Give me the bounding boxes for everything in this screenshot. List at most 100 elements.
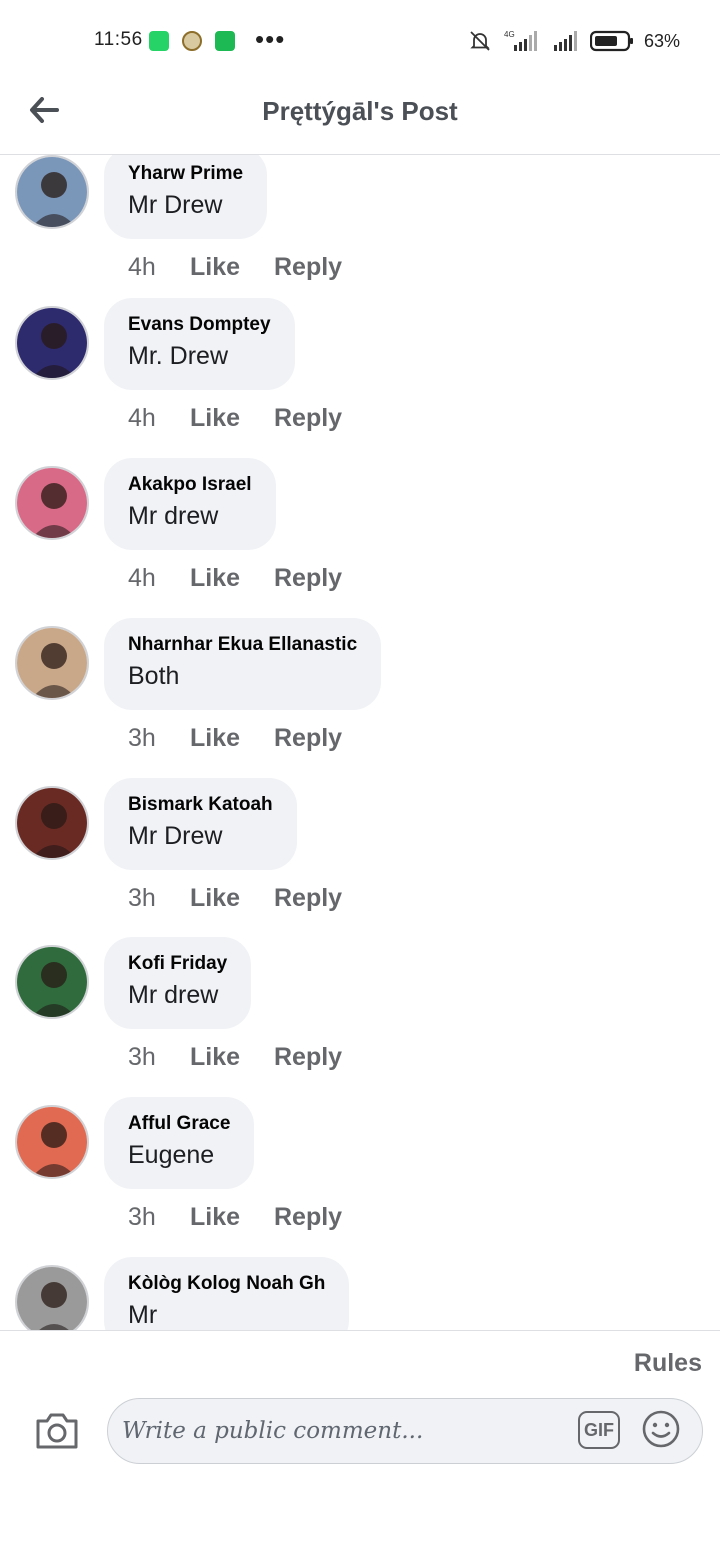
comment-text: Eugene: [128, 1141, 215, 1169]
comment-actions: 3h Like Reply: [128, 1201, 342, 1233]
comment-time: 3h: [128, 1042, 156, 1071]
reply-button[interactable]: Reply: [274, 564, 342, 593]
battery-percentage: 63%: [643, 30, 680, 51]
like-button[interactable]: Like: [190, 1043, 274, 1072]
comment-author[interactable]: Kofi Friday: [128, 953, 227, 975]
comment-bubble[interactable]: Akakpo Israel Mr drew: [104, 458, 276, 550]
comment-time: 3h: [128, 1202, 156, 1231]
avatar[interactable]: [15, 1105, 89, 1179]
avatar[interactable]: [15, 626, 89, 700]
like-button[interactable]: Like: [190, 404, 274, 433]
comment-text: Mr. Drew: [128, 342, 228, 370]
comment-author[interactable]: Evans Domptey: [128, 314, 271, 336]
svg-text:4G: 4G: [504, 30, 515, 39]
reply-button[interactable]: Reply: [274, 404, 342, 433]
status-indicators: 4G 63%: [468, 27, 680, 55]
comments-list: Yharw Prime Mr Drew 4h Like Reply Evans …: [0, 155, 720, 1330]
comment-time: 4h: [128, 403, 156, 432]
comment-input[interactable]: [122, 1409, 572, 1453]
status-bar: 11:56 ••• 4G 63%: [0, 0, 720, 80]
comment-time: 3h: [128, 723, 156, 752]
comment-actions: 3h Like Reply: [128, 722, 342, 754]
comment-bubble[interactable]: Nharnhar Ekua Ellanastic Both: [104, 618, 382, 710]
comment-bubble[interactable]: Kofi Friday Mr drew: [104, 937, 252, 1029]
comment-bubble[interactable]: Yharw Prime Mr Drew: [104, 155, 268, 239]
avatar[interactable]: [15, 945, 89, 1019]
comment-author[interactable]: Yharw Prime: [128, 163, 243, 185]
comment-actions: 3h Like Reply: [128, 882, 342, 914]
avatar[interactable]: [15, 155, 89, 229]
comment-text: Both: [128, 662, 180, 690]
camera-icon: [36, 1413, 78, 1449]
avatar-photo: [17, 1267, 87, 1330]
page-title: Pręttýgāl's Post: [262, 96, 458, 126]
comment-item: Akakpo Israel Mr drew 4h Like Reply: [0, 458, 720, 626]
comment-time: 3h: [128, 883, 156, 912]
battery-icon: [589, 30, 633, 52]
muted-bell-icon: [470, 31, 490, 51]
like-button[interactable]: Like: [190, 564, 274, 593]
rules-link[interactable]: Rules: [634, 1349, 702, 1378]
status-time: 11:56: [94, 29, 143, 50]
post-header: Pręttýgāl's Post: [0, 80, 720, 155]
comment-item: Kofi Friday Mr drew 3h Like Reply: [0, 937, 720, 1105]
comment-author[interactable]: Kòlòg Kolog Noah Gh: [128, 1273, 325, 1295]
avatar-photo: [17, 468, 87, 538]
comment-item: Bismark Katoah Mr Drew 3h Like Reply: [0, 778, 720, 946]
avatar[interactable]: [15, 466, 89, 540]
reply-button[interactable]: Reply: [274, 253, 342, 282]
avatar-photo: [17, 1107, 87, 1177]
avatar-photo: [17, 628, 87, 698]
reply-button[interactable]: Reply: [274, 724, 342, 753]
comment-actions: 4h Like Reply: [128, 251, 342, 283]
avatar-photo: [17, 157, 87, 227]
avatar[interactable]: [15, 306, 89, 380]
avatar-photo: [17, 308, 87, 378]
comment-item: Evans Domptey Mr. Drew 4h Like Reply: [0, 298, 720, 466]
reply-button[interactable]: Reply: [274, 1043, 342, 1072]
comment-time: 4h: [128, 563, 156, 592]
avatar-photo: [17, 788, 87, 858]
avatar-photo: [17, 947, 87, 1017]
smiley-icon: [642, 1410, 680, 1448]
comment-bubble[interactable]: Bismark Katoah Mr Drew: [104, 778, 297, 870]
comment-author[interactable]: Akakpo Israel: [128, 474, 252, 496]
signal-4g-icon: 4G: [504, 30, 537, 51]
camera-button[interactable]: [34, 1409, 80, 1451]
avatar[interactable]: [15, 786, 89, 860]
comment-author[interactable]: Nharnhar Ekua Ellanastic: [128, 634, 357, 656]
comment-field-container[interactable]: GIF: [107, 1398, 703, 1464]
comment-bubble[interactable]: Evans Domptey Mr. Drew: [104, 298, 295, 390]
comment-text: Mr: [128, 1301, 158, 1329]
phone-notification-icon: [215, 31, 235, 51]
like-button[interactable]: Like: [190, 1203, 274, 1232]
comment-item: Kòlòg Kolog Noah Gh Mr: [0, 1257, 720, 1330]
comment-item: Yharw Prime Mr Drew 4h Like Reply: [0, 155, 720, 315]
comment-actions: 4h Like Reply: [128, 562, 342, 594]
comment-bubble[interactable]: Kòlòg Kolog Noah Gh Mr: [104, 1257, 350, 1330]
comment-actions: 3h Like Reply: [128, 1041, 342, 1073]
comment-author[interactable]: Bismark Katoah: [128, 794, 273, 816]
comment-actions: 4h Like Reply: [128, 402, 342, 434]
comment-text: Mr Drew: [128, 822, 223, 850]
emoji-button[interactable]: [641, 1409, 681, 1449]
comment-text: Mr drew: [128, 502, 219, 530]
reply-button[interactable]: Reply: [274, 1203, 342, 1232]
comment-bubble[interactable]: Afful Grace Eugene: [104, 1097, 255, 1189]
like-button[interactable]: Like: [190, 253, 274, 282]
comment-text: Mr Drew: [128, 191, 223, 219]
like-button[interactable]: Like: [190, 884, 274, 913]
avatar[interactable]: [15, 1265, 89, 1330]
more-notifications-icon: •••: [255, 24, 286, 54]
whatsapp-notification-icon: [149, 31, 169, 51]
comment-composer: Rules GIF: [0, 1330, 720, 1560]
comment-author[interactable]: Afful Grace: [128, 1113, 230, 1135]
comment-item: Nharnhar Ekua Ellanastic Both 3h Like Re…: [0, 618, 720, 786]
comment-text: Mr drew: [128, 981, 219, 1009]
reply-button[interactable]: Reply: [274, 884, 342, 913]
comment-item: Afful Grace Eugene 3h Like Reply: [0, 1097, 720, 1265]
comment-time: 4h: [128, 252, 156, 281]
gif-button[interactable]: GIF: [578, 1411, 620, 1449]
app-notification-icon: [182, 31, 202, 51]
like-button[interactable]: Like: [190, 724, 274, 753]
